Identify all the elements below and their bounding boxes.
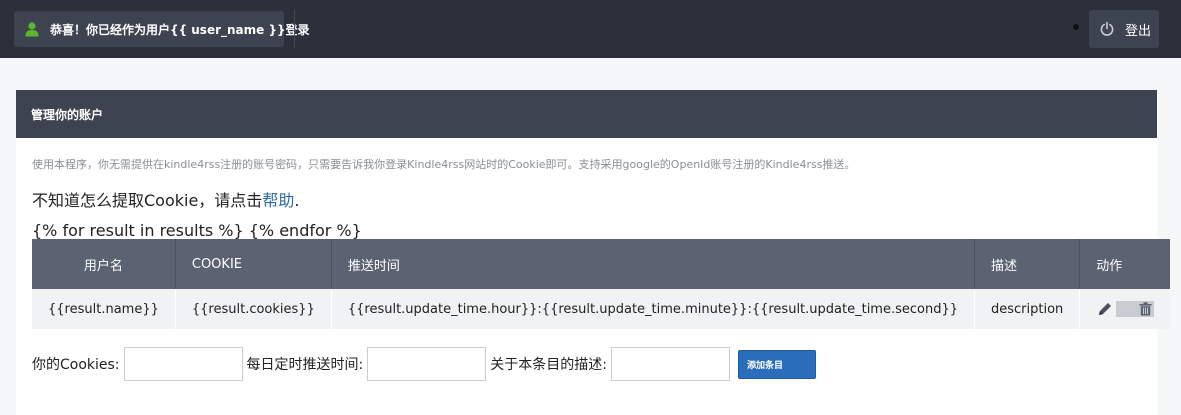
cell-actions bbox=[1079, 289, 1171, 329]
help-line: 不知道怎么提取Cookie，请点击帮助. bbox=[32, 187, 299, 211]
logout-label: 登出 bbox=[1125, 23, 1152, 39]
column-header-actions: 动作 bbox=[1079, 239, 1171, 289]
account-panel: 管理你的账户 使用本程序，你无需提供在kindle4rss注册的账号密码，只需要… bbox=[16, 90, 1171, 415]
intro-text: 使用本程序，你无需提供在kindle4rss注册的账号密码，只需要告诉我你登录K… bbox=[32, 158, 856, 171]
cookies-input[interactable] bbox=[123, 347, 243, 381]
welcome-text: 恭喜！你已经作为用户{{ user_name }}登录 bbox=[50, 22, 310, 37]
help-prefix: 不知道怎么提取Cookie，请点击 bbox=[32, 191, 263, 210]
logout-button[interactable]: 登出 bbox=[1089, 10, 1159, 48]
bullet-dot bbox=[1073, 24, 1079, 30]
column-header-description: 描述 bbox=[974, 239, 1081, 289]
column-header-cookie: COOKIE bbox=[175, 239, 332, 289]
accounts-table: 用户名 COOKIE 推送时间 描述 动作 {{result.name}} {{… bbox=[32, 239, 1171, 329]
column-header-username: 用户名 bbox=[32, 239, 176, 289]
user-icon bbox=[24, 21, 40, 37]
help-link[interactable]: 帮助 bbox=[262, 191, 294, 210]
push-time-label: 每日定时推送时间: bbox=[246, 357, 364, 373]
navbar-divider bbox=[294, 10, 295, 48]
welcome-badge: 恭喜！你已经作为用户{{ user_name }}登录 bbox=[14, 11, 310, 47]
pencil-icon[interactable] bbox=[1096, 300, 1114, 318]
add-entry-button[interactable]: 添加条目 bbox=[737, 349, 816, 379]
row-actions bbox=[1096, 300, 1155, 318]
table-header-row: 用户名 COOKIE 推送时间 描述 动作 bbox=[32, 239, 1171, 289]
panel-title: 管理你的账户 bbox=[16, 90, 1157, 138]
cell-description: description bbox=[974, 289, 1081, 329]
trash-icon bbox=[1139, 302, 1152, 316]
cell-cookies: {{result.cookies}} bbox=[175, 289, 332, 329]
push-time-input[interactable] bbox=[367, 347, 487, 381]
power-icon bbox=[1099, 21, 1115, 37]
table-row: {{result.name}} {{result.cookies}} {{res… bbox=[32, 289, 1171, 329]
cell-push-time: {{result.update_time.hour}}:{{result.upd… bbox=[331, 289, 976, 329]
cookies-label: 你的Cookies: bbox=[32, 357, 120, 373]
description-label: 关于本条目的描述: bbox=[490, 357, 607, 373]
add-entry-form: 你的Cookies: 每日定时推送时间: 关于本条目的描述: 添加条目 bbox=[32, 346, 816, 382]
template-loop-text: {% for result in results %} {% endfor %} bbox=[32, 221, 362, 240]
cell-username: {{result.name}} bbox=[32, 289, 176, 329]
help-suffix: . bbox=[294, 191, 300, 210]
column-header-push-time: 推送时间 bbox=[331, 239, 976, 289]
description-input[interactable] bbox=[610, 347, 730, 381]
delete-button[interactable] bbox=[1116, 301, 1155, 317]
top-navbar: 恭喜！你已经作为用户{{ user_name }}登录 登出 bbox=[0, 0, 1181, 58]
